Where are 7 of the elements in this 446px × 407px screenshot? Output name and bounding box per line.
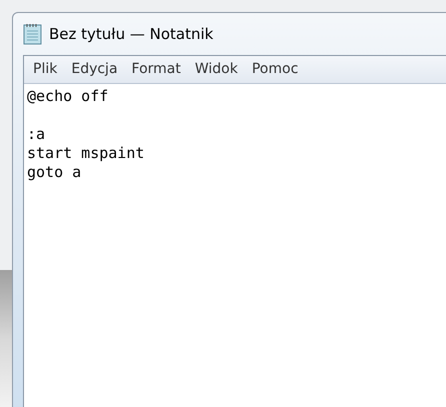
- menu-item[interactable]: Format: [126, 59, 186, 80]
- menu-item[interactable]: Edycja: [66, 59, 123, 80]
- notepad-icon: [23, 23, 43, 45]
- menu-item[interactable]: Plik: [28, 59, 62, 80]
- window-title: Bez tytułu — Notatnik: [49, 24, 214, 45]
- menu-item[interactable]: Widok: [190, 59, 243, 80]
- menu-item[interactable]: Pomoc: [246, 59, 304, 80]
